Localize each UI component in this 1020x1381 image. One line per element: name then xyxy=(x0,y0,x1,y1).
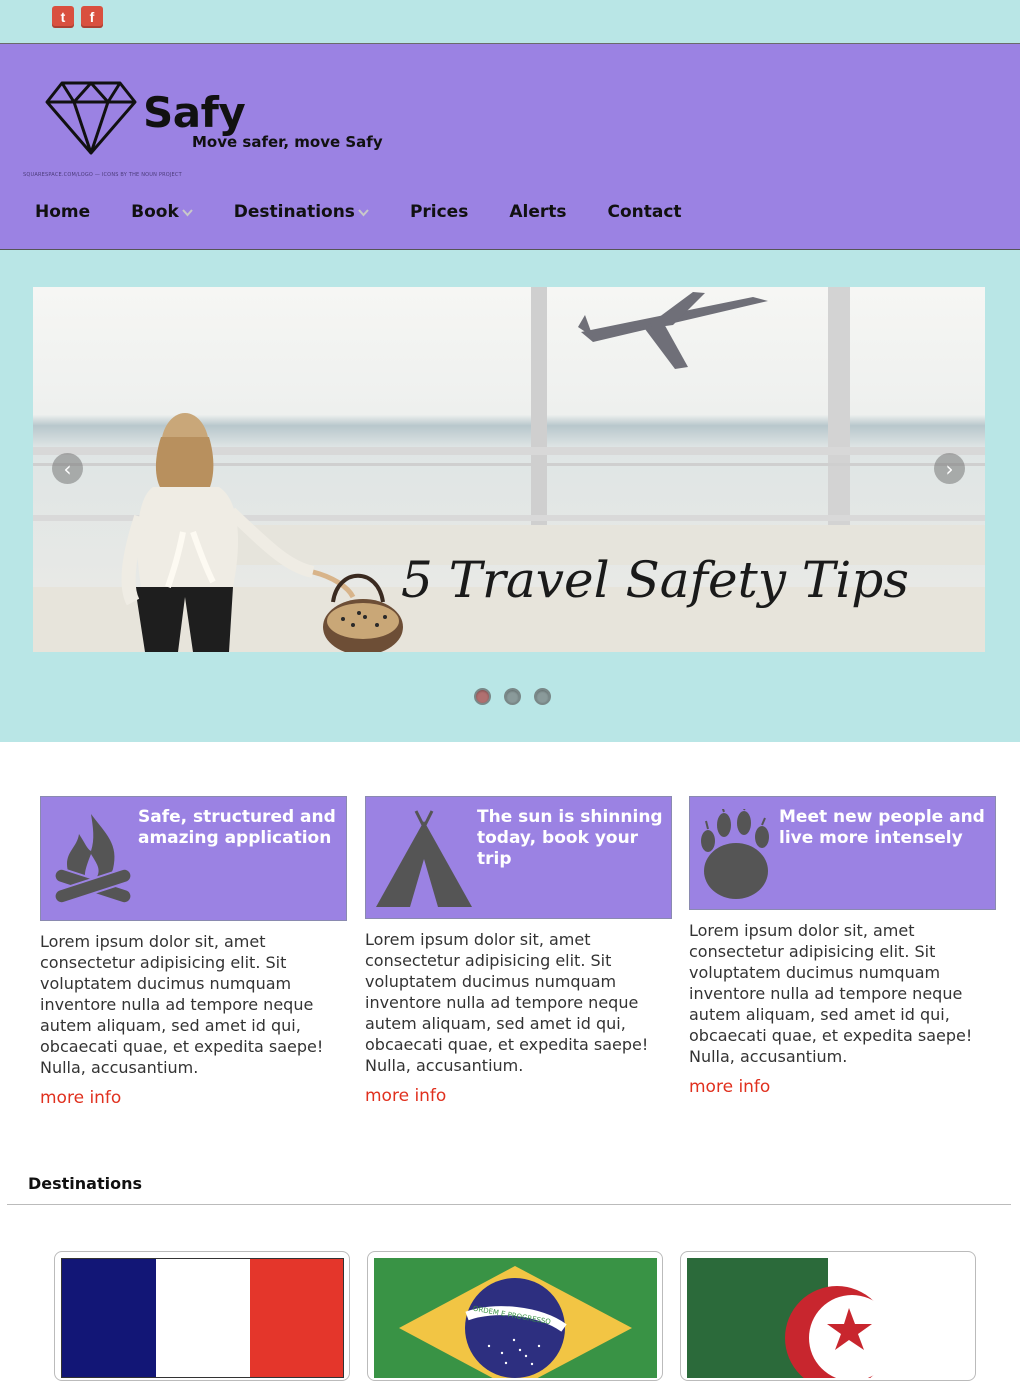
feature-card-3: Meet new people and live more intensely … xyxy=(689,796,996,1097)
slider-dot-3[interactable] xyxy=(534,688,551,705)
hero-slider: 5 Travel Safety Tips ‹ › xyxy=(0,250,1020,742)
more-info-link-1[interactable]: more info xyxy=(40,1088,347,1108)
slider-dot-1[interactable] xyxy=(474,688,491,705)
campfire-icon xyxy=(53,814,133,905)
diamond-logo-icon[interactable] xyxy=(44,80,138,156)
tagline: Move safer, move Safy xyxy=(192,133,383,151)
algeria-flag-icon xyxy=(687,1258,970,1378)
travel-safety-illustration: 5 Travel Safety Tips xyxy=(33,287,985,652)
slider-next-button[interactable]: › xyxy=(934,453,965,484)
feature-title-3: Meet new people and live more intensely xyxy=(779,807,985,848)
feature-header-2: The sun is shinning today, book your tri… xyxy=(365,796,672,919)
chevron-down-icon xyxy=(358,208,369,216)
nav-prices[interactable]: Prices xyxy=(410,202,468,222)
more-info-link-2[interactable]: more info xyxy=(365,1086,672,1106)
slider-prev-button[interactable]: ‹ xyxy=(52,453,83,484)
feature-header-3: Meet new people and live more intensely xyxy=(689,796,996,910)
slide-caption: 5 Travel Safety Tips xyxy=(401,551,909,609)
twitter-icon[interactable]: t xyxy=(52,6,74,28)
feature-text-2: Lorem ipsum dolor sit, amet consectetur … xyxy=(365,930,649,1075)
france-flag-icon xyxy=(61,1258,344,1378)
nav-contact[interactable]: Contact xyxy=(608,202,682,222)
nav-destinations[interactable]: Destinations xyxy=(234,202,369,222)
feature-header-1: Safe, structured and amazing application xyxy=(40,796,347,921)
nav-alerts[interactable]: Alerts xyxy=(509,202,566,222)
slider-dots xyxy=(474,688,564,705)
brazil-flag-icon: ORDEM E PROGRESSO xyxy=(374,1258,657,1378)
feature-text-3: Lorem ipsum dolor sit, amet consectetur … xyxy=(689,921,973,1066)
chevron-down-icon xyxy=(182,208,193,216)
feature-card-2: The sun is shinning today, book your tri… xyxy=(365,796,672,1106)
social-bar: t f xyxy=(0,0,1020,44)
logo-credit: SQUARESPACE.COM/LOGO — ICONS BY THE NOUN… xyxy=(23,172,182,178)
brand-name[interactable]: Safy xyxy=(143,88,246,137)
nav-home[interactable]: Home xyxy=(35,202,90,222)
destinations-heading: Destinations xyxy=(28,1174,143,1193)
feature-title-2: The sun is shinning today, book your tri… xyxy=(477,807,663,869)
feature-title-1: Safe, structured and amazing application xyxy=(138,807,336,848)
feature-card-1: Safe, structured and amazing application… xyxy=(40,796,347,1108)
slide-image[interactable]: 5 Travel Safety Tips xyxy=(33,287,985,652)
slider-dot-2[interactable] xyxy=(504,688,521,705)
nav-book[interactable]: Book xyxy=(131,202,193,222)
site-header: Safy Move safer, move Safy SQUARESPACE.C… xyxy=(0,44,1020,250)
feature-text-1: Lorem ipsum dolor sit, amet consectetur … xyxy=(40,932,324,1077)
paw-icon xyxy=(701,809,769,899)
more-info-link-3[interactable]: more info xyxy=(689,1077,996,1097)
facebook-icon[interactable]: f xyxy=(81,6,103,28)
divider xyxy=(7,1204,1011,1205)
tent-icon xyxy=(376,810,472,907)
main-nav: Home Book Destinations Prices Alerts Con… xyxy=(35,202,723,222)
